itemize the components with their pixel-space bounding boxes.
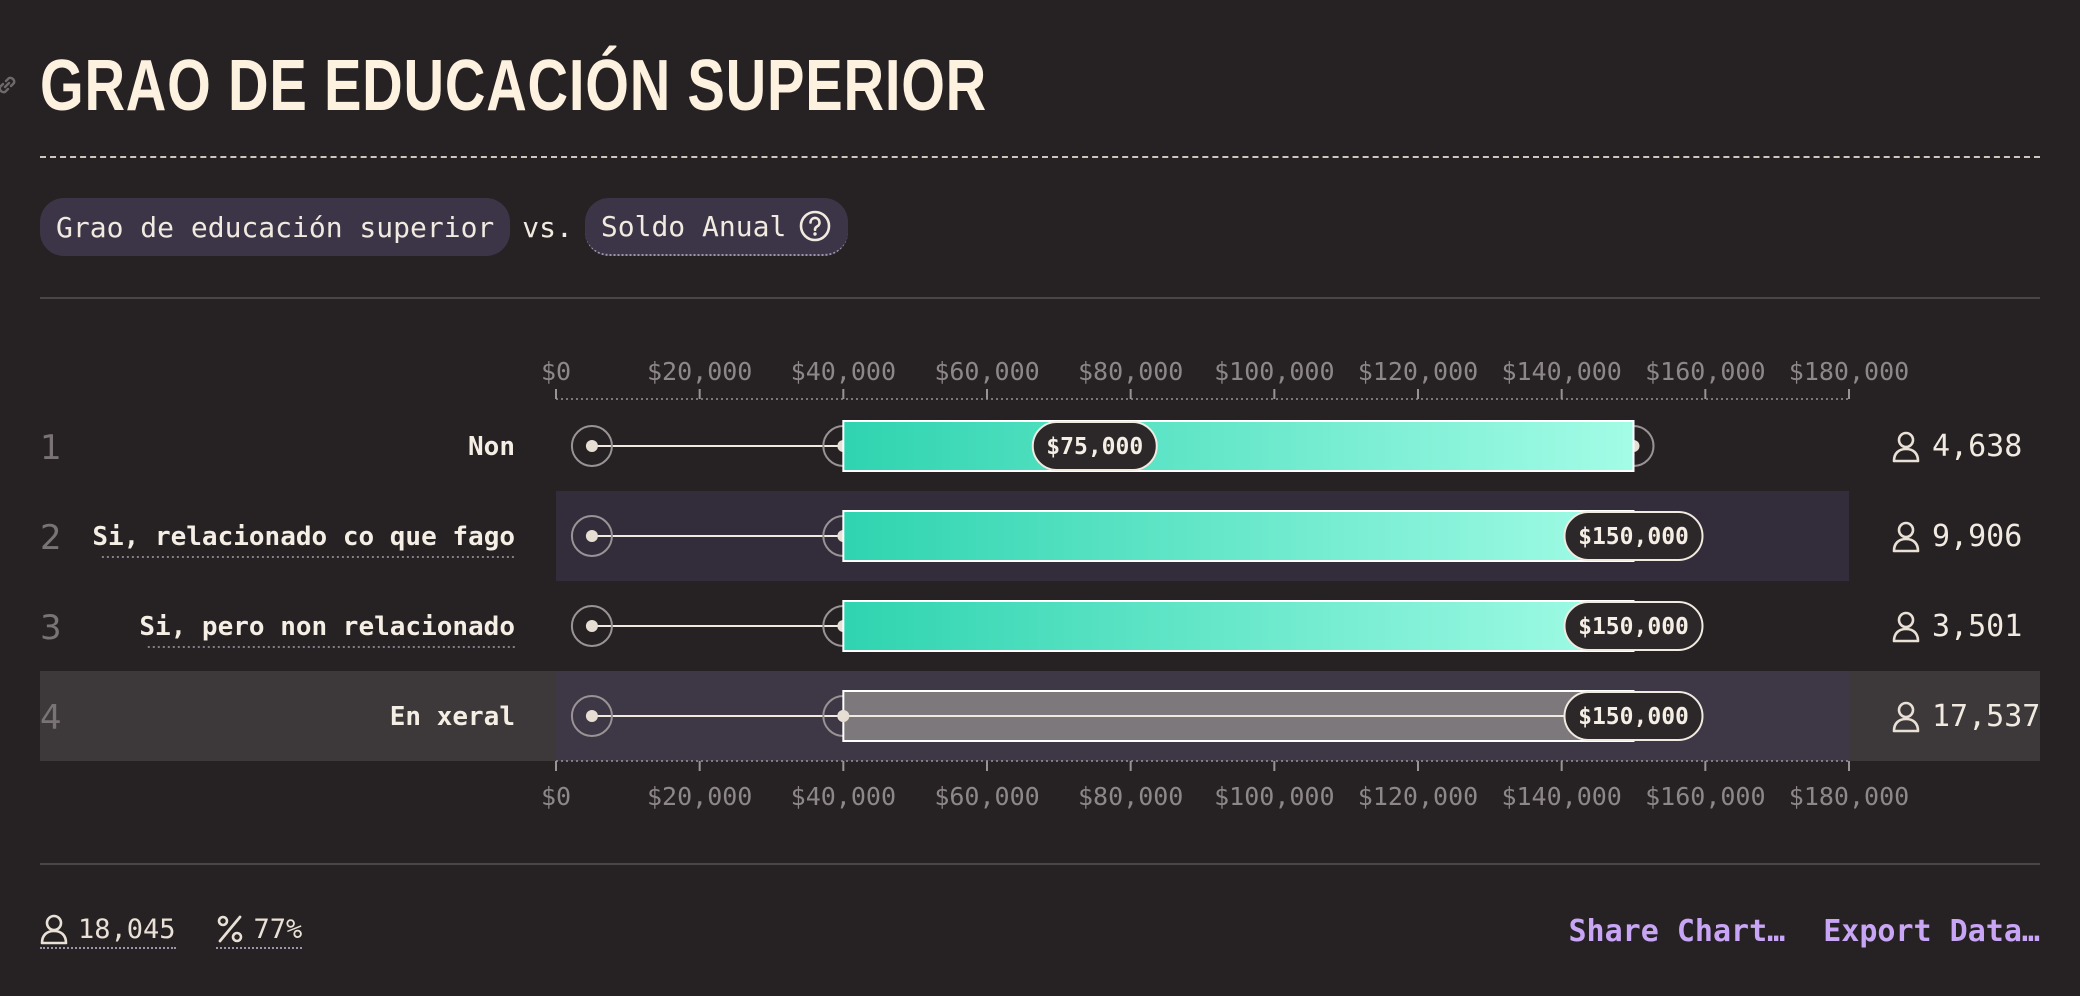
person-icon — [1892, 521, 1920, 553]
respondents-stat[interactable]: 18,045 — [40, 913, 176, 949]
whisker-low-dot — [585, 530, 598, 542]
export-data-link[interactable]: Export Data… — [1823, 914, 2040, 949]
iqr-box — [842, 420, 1635, 472]
row-rank: 4 — [40, 698, 62, 738]
row-count: 17,537 — [1932, 699, 2040, 734]
row-label[interactable]: Si, pero non relacionado — [139, 612, 515, 642]
top-axis-tick-label: $80,000 — [1078, 357, 1183, 386]
box-plot-chart: $0 $20,000 $40,000 $60,000 $80,000 $100,000 $1… — [40, 357, 2040, 811]
iqr-box — [842, 510, 1635, 562]
whisker-low-dot — [585, 620, 598, 632]
person-icon — [40, 914, 68, 945]
bottom-axis-tick-label: $80,000 — [1078, 782, 1183, 811]
bottom-axis-tick-label: $0 — [541, 782, 571, 811]
respondents-count: 18,045 — [78, 913, 176, 945]
percent-value: 77% — [253, 913, 303, 945]
chart-bottom-divider — [40, 863, 2040, 865]
top-axis-tick-label: $100,000 — [1214, 357, 1334, 386]
top-axis-tick-label: $40,000 — [791, 357, 896, 386]
bottom-axis-tick-label: $140,000 — [1501, 782, 1621, 811]
top-axis-tick-label: $180,000 — [1789, 357, 1909, 386]
row-count: 9,906 — [1932, 519, 2022, 554]
whisker-low-dot — [585, 710, 598, 722]
row-rank: 1 — [40, 428, 62, 468]
top-axis-tick-label: $120,000 — [1358, 357, 1478, 386]
bottom-axis-tick-label: $180,000 — [1789, 782, 1909, 811]
iqr-box — [842, 600, 1635, 652]
bottom-axis-tick-label: $40,000 — [791, 782, 896, 811]
bottom-axis-tick-label: $160,000 — [1645, 782, 1765, 811]
median-label: $150,000 — [1578, 614, 1689, 640]
bottom-axis-tick-label: $20,000 — [647, 782, 752, 811]
row-label: Non — [468, 432, 515, 462]
top-axis-tick-label: $0 — [541, 357, 571, 386]
row-rank: 3 — [40, 608, 62, 648]
median-label: $150,000 — [1578, 704, 1689, 730]
row-count: 3,501 — [1932, 609, 2022, 644]
whisker-low-dot — [585, 440, 598, 452]
median-label: $75,000 — [1046, 434, 1143, 460]
percent-stat[interactable]: 77% — [215, 913, 303, 949]
top-axis-tick-label: $140,000 — [1501, 357, 1621, 386]
person-icon — [1892, 431, 1920, 463]
row-label: En xeral — [390, 702, 515, 732]
row-label[interactable]: Si, relacionado co que fago — [92, 522, 515, 552]
top-axis-tick-label: $160,000 — [1645, 357, 1765, 386]
chart-footer: 18,045 77% Share Chart… Export Data… — [40, 906, 2040, 956]
row-rank: 2 — [40, 518, 62, 558]
bottom-axis-tick-label: $120,000 — [1358, 782, 1478, 811]
share-chart-link[interactable]: Share Chart… — [1569, 914, 1786, 949]
person-icon — [1892, 611, 1920, 643]
row-count: 4,638 — [1932, 429, 2022, 464]
percent-icon — [217, 915, 242, 943]
overall-box-dot — [837, 710, 850, 722]
median-label: $150,000 — [1578, 524, 1689, 550]
top-axis-tick-label: $60,000 — [934, 357, 1039, 386]
bottom-axis-tick-label: $60,000 — [934, 782, 1039, 811]
top-axis-tick-label: $20,000 — [647, 357, 752, 386]
bottom-axis-tick-label: $100,000 — [1214, 782, 1334, 811]
